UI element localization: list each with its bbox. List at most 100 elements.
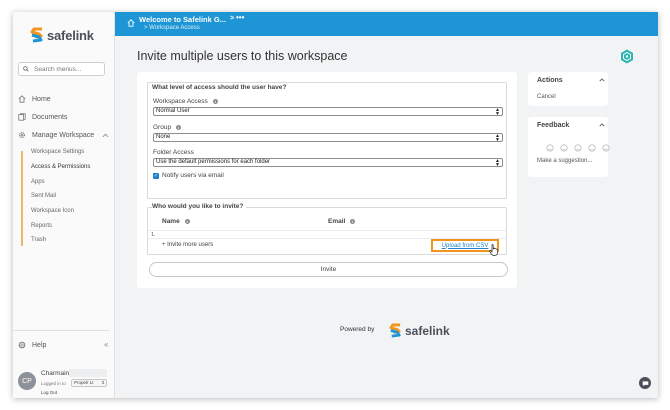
feedback-panel-title: Feedback: [537, 122, 570, 129]
submenu-indicator: [21, 151, 23, 246]
app-window: safelink Search menus... Home Documents …: [13, 12, 658, 398]
org-select[interactable]: Propelr Lt ⇕: [71, 379, 107, 387]
info-icon[interactable]: i: [184, 219, 190, 224]
gear-icon: [18, 131, 26, 139]
documents-icon: [18, 113, 26, 121]
sidebar-subitem-trash[interactable]: Trash: [31, 237, 46, 243]
page-title: Invite multiple users to this workspace: [137, 49, 348, 63]
collapse-sidebar-icon[interactable]: «: [104, 340, 108, 349]
invite-section: Who would you like to invite? Name i Ema…: [147, 203, 507, 256]
folder-access-label: Folder Access: [153, 149, 194, 156]
folder-access-select[interactable]: Use the default permissions for each fol…: [153, 158, 503, 168]
chevron-up-icon[interactable]: [599, 78, 605, 82]
email-column-header: Email i: [328, 218, 356, 225]
chevron-up-icon[interactable]: [102, 133, 109, 138]
breadcrumb-separator: >: [230, 15, 235, 22]
avatar[interactable]: CP: [18, 372, 36, 390]
feedback-panel: Feedback Make a suggestion...: [528, 117, 610, 177]
folder-access-value: Use the default permissions for each fol…: [156, 159, 271, 165]
top-header: Welcome to Safelink G... > ••• > Workspa…: [115, 12, 658, 36]
powered-by-label: Powered by: [340, 326, 375, 333]
sidebar-subitem-apps[interactable]: Apps: [31, 179, 45, 185]
search-icon: [23, 66, 29, 72]
notify-label: Notify users via email: [162, 172, 224, 179]
search-menus-input[interactable]: Search menus...: [18, 62, 105, 76]
sidebar: safelink Search menus... Home Documents …: [13, 12, 115, 398]
neutral-face-icon[interactable]: [574, 144, 582, 152]
help-icon: [18, 341, 26, 349]
sidebar-subitem-workspace-settings[interactable]: Workspace Settings: [31, 149, 84, 155]
footer-safelink-logo: safelink: [389, 323, 450, 338]
workspace-access-value: Normal User: [156, 108, 190, 114]
access-section: What level of access should the user hav…: [147, 82, 507, 199]
sidebar-item-label: Home: [32, 95, 51, 103]
cancel-action-link[interactable]: Cancel: [537, 94, 556, 100]
org-select-value: Propelr Lt: [74, 380, 94, 385]
very-unhappy-face-icon[interactable]: [546, 144, 554, 152]
invite-more-users-link[interactable]: + Invite more users: [162, 242, 213, 248]
invite-table-header: Name i Email i: [148, 217, 506, 228]
email-field[interactable]: [328, 231, 498, 239]
chevron-up-icon[interactable]: [599, 123, 605, 127]
safelink-logo[interactable]: safelink: [30, 27, 94, 43]
logout-link[interactable]: Log Out: [41, 390, 57, 395]
info-icon[interactable]: i: [212, 99, 218, 104]
name-header-text: Name: [162, 218, 180, 225]
breadcrumb: > Workspace Access: [144, 25, 200, 31]
sidebar-item-help[interactable]: Help: [18, 341, 46, 349]
logo-wordmark: safelink: [47, 27, 94, 43]
sidebar-item-home[interactable]: Home: [18, 95, 51, 103]
chat-icon: [642, 380, 648, 386]
very-happy-face-icon[interactable]: [602, 144, 610, 152]
invite-section-title: Who would you like to invite?: [152, 203, 247, 210]
happy-face-icon[interactable]: [588, 144, 596, 152]
safelink-logo-icon: [30, 27, 43, 43]
sidebar-subitem-sent-mail[interactable]: Sent Mail: [31, 193, 56, 199]
home-icon[interactable]: [127, 19, 135, 27]
hand-cursor-icon: [489, 244, 498, 256]
actions-panel: Actions Cancel: [528, 72, 608, 106]
group-select[interactable]: None ▲ ▼: [153, 133, 503, 143]
workspace-title[interactable]: Welcome to Safelink G...: [139, 15, 226, 24]
workspace-hex-icon[interactable]: [620, 49, 634, 64]
info-icon[interactable]: i: [176, 125, 182, 130]
make-suggestion-link[interactable]: Make a suggestion...: [537, 158, 592, 164]
info-icon[interactable]: i: [350, 219, 356, 224]
name-column-header: Name i: [162, 218, 190, 225]
logged-in-label: Logged in to: [41, 381, 66, 386]
workspace-access-label: Workspace Access i: [153, 98, 218, 105]
sidebar-subitem-reports[interactable]: Reports: [31, 223, 52, 229]
sidebar-divider: [13, 330, 109, 331]
access-section-title: What level of access should the user hav…: [152, 84, 287, 91]
select-arrows-icon: ▲ ▼: [495, 158, 500, 168]
sidebar-subitem-workspace-icon[interactable]: Workspace Icon: [31, 208, 74, 214]
table-row: 1.: [148, 230, 506, 239]
invite-button[interactable]: Invite: [149, 262, 508, 277]
sidebar-item-documents[interactable]: Documents: [18, 113, 67, 121]
logo-wordmark: safelink: [405, 323, 450, 338]
home-icon: [18, 95, 26, 103]
name-field[interactable]: [162, 231, 322, 239]
sidebar-item-label: Documents: [32, 113, 68, 121]
unhappy-face-icon[interactable]: [560, 144, 568, 152]
folder-access-label-text: Folder Access: [153, 149, 194, 156]
workspace-access-select[interactable]: Normal User ▲ ▼: [153, 107, 503, 117]
select-arrows-icon: ⇕: [101, 380, 105, 385]
actions-panel-title: Actions: [537, 77, 563, 84]
email-header-text: Email: [328, 218, 346, 225]
chat-button[interactable]: [639, 377, 651, 389]
invite-card: What level of access should the user hav…: [137, 72, 517, 288]
group-label: Group i: [153, 124, 182, 131]
notify-checkbox[interactable]: ✓: [153, 172, 159, 179]
search-placeholder: Search menus...: [34, 65, 82, 73]
sidebar-item-label: Manage Workspace: [32, 131, 95, 139]
row-number: 1.: [151, 232, 156, 238]
help-label: Help: [32, 341, 47, 349]
notify-checkbox-row[interactable]: ✓ Notify users via email: [153, 172, 224, 179]
sidebar-subitem-access-permissions[interactable]: Access & Permissions: [31, 164, 90, 170]
sidebar-item-manage-workspace[interactable]: Manage Workspace: [18, 131, 94, 139]
more-icon[interactable]: •••: [236, 13, 244, 22]
select-arrows-icon: ▲ ▼: [495, 133, 500, 143]
select-arrows-icon: ▲ ▼: [495, 107, 500, 117]
group-value: None: [156, 134, 171, 140]
